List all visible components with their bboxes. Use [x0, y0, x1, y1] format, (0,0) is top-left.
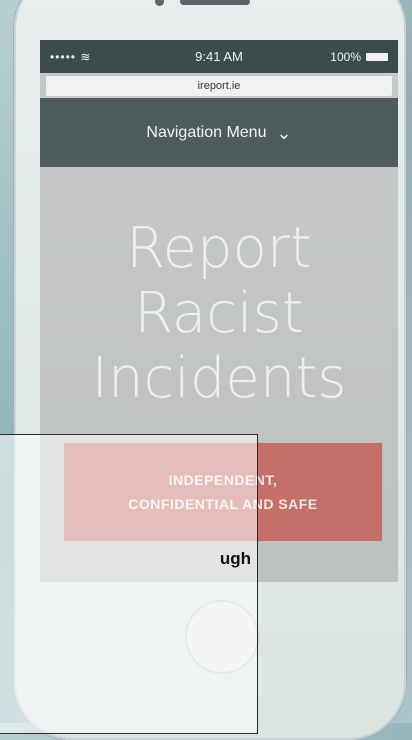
status-bar: ••••• ≋ 9:41 AM 100% — [40, 40, 398, 73]
navigation-menu-label: Navigation Menu — [146, 123, 267, 141]
hero-title: Report Racist Incidents — [40, 216, 398, 411]
speaker-grille — [180, 0, 250, 5]
hero-title-line: Racist — [134, 281, 304, 346]
navigation-menu[interactable]: Navigation Menu ⌄ — [40, 98, 398, 167]
camera-dot — [155, 0, 164, 6]
overlay-card: ugh — [0, 434, 258, 734]
chevron-down-icon: ⌄ — [276, 122, 292, 143]
hero-title-line: Incidents — [91, 346, 347, 411]
status-time: 9:41 AM — [195, 49, 243, 64]
address-bar[interactable]: ireport.ie — [46, 76, 392, 96]
overlay-text: ugh — [219, 549, 251, 568]
hero-title-line: Report — [126, 216, 312, 281]
